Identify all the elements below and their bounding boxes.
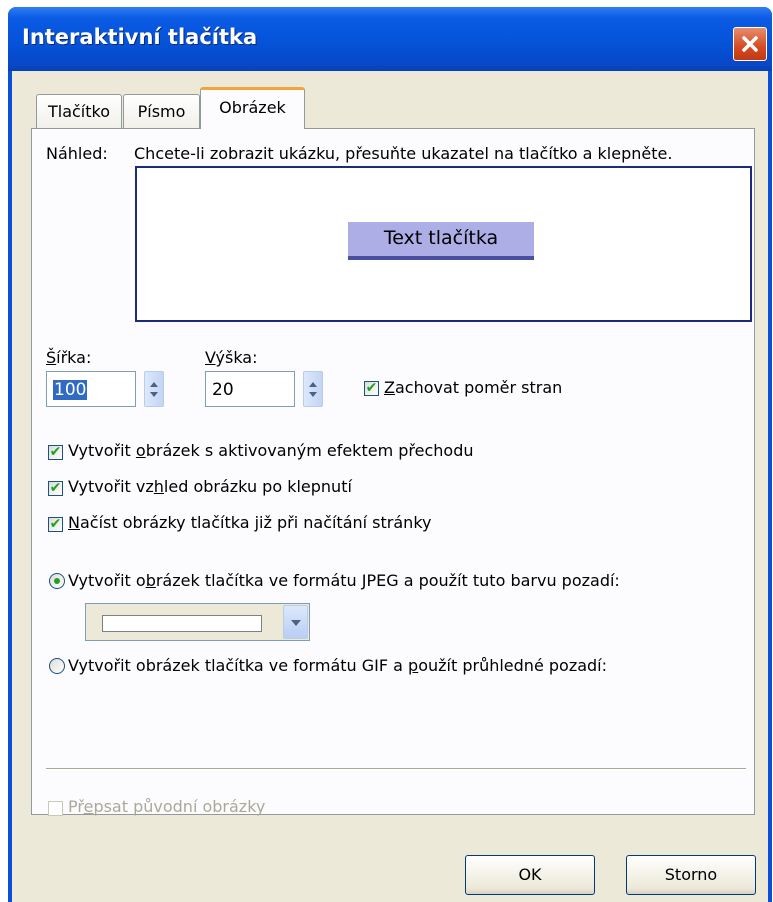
ok-button[interactable]: OK [465,855,595,895]
tab-tlacitko[interactable]: Tlačítko [36,94,122,128]
bg-color-dropdown[interactable] [85,603,310,641]
chevron-down-icon [291,620,301,626]
spin-down-icon[interactable] [150,392,158,397]
spin-up-icon[interactable] [150,382,158,387]
tab-label: Tlačítko [47,102,111,121]
overwrite-checkbox[interactable] [48,801,63,816]
dialog-window: Interaktivní tlačítka Tlačítko Písmo Obr… [8,7,772,902]
height-spinner[interactable] [303,371,323,407]
spin-down-icon[interactable] [309,392,317,397]
gif-label: Vytvořit obrázek tlačítka ve formátu GIF… [68,656,608,675]
height-value: 20 [212,380,234,400]
radio-dot [54,578,60,584]
overwrite-label: Přepsat původní obrázky [68,797,266,816]
spin-up-icon[interactable] [309,382,317,387]
preview-hint: Chcete-li zobrazit ukázku, přesuňte ukaz… [134,144,673,163]
window-title: Interaktivní tlačítka [22,25,258,49]
tab-label: Písmo [137,102,186,121]
keep-ratio-label: Zachovat poměr stran [384,378,563,397]
rollover-effect-checkbox[interactable]: ✔ [48,445,63,460]
preview-sample-button[interactable]: Text tlačítka [348,222,534,260]
height-input[interactable]: 20 [205,371,295,407]
bg-color-swatch [102,615,262,632]
cancel-button[interactable]: Storno [626,855,756,895]
rollover-effect-label: Vytvořit obrázek s aktivovaným efektem p… [68,441,474,460]
preload-checkbox[interactable]: ✔ [48,517,63,532]
gif-radio[interactable] [49,658,65,674]
title-bar[interactable]: Interaktivní tlačítka [8,7,772,71]
close-icon [742,36,758,52]
width-input[interactable]: 100 [46,371,136,407]
width-value: 100 [53,380,88,400]
tab-obrazek[interactable]: Obrázek [200,87,305,129]
preview-area[interactable]: Text tlačítka [135,166,752,322]
divider [46,768,746,770]
tab-pismo[interactable]: Písmo [123,94,200,128]
height-label: Výška: [205,348,258,367]
dialog-body: Tlačítko Písmo Obrázek Náhled: Chcete-li… [12,71,768,902]
keep-ratio-checkbox[interactable]: ✔ [364,381,379,396]
preview-label: Náhled: [46,144,108,163]
jpeg-label: Vytvořit obrázek tlačítka ve formátu JPE… [68,571,620,590]
click-look-label: Vytvořit vzhled obrázku po klepnutí [68,477,352,496]
width-spinner[interactable] [144,371,164,407]
dropdown-button[interactable] [283,605,308,639]
tab-label: Obrázek [219,98,286,117]
close-button[interactable] [733,27,767,61]
jpeg-radio[interactable] [49,573,65,589]
preload-label: Načíst obrázky tlačítka již při načítání… [68,513,432,532]
width-label: Šířka: [46,348,92,367]
click-look-checkbox[interactable]: ✔ [48,481,63,496]
